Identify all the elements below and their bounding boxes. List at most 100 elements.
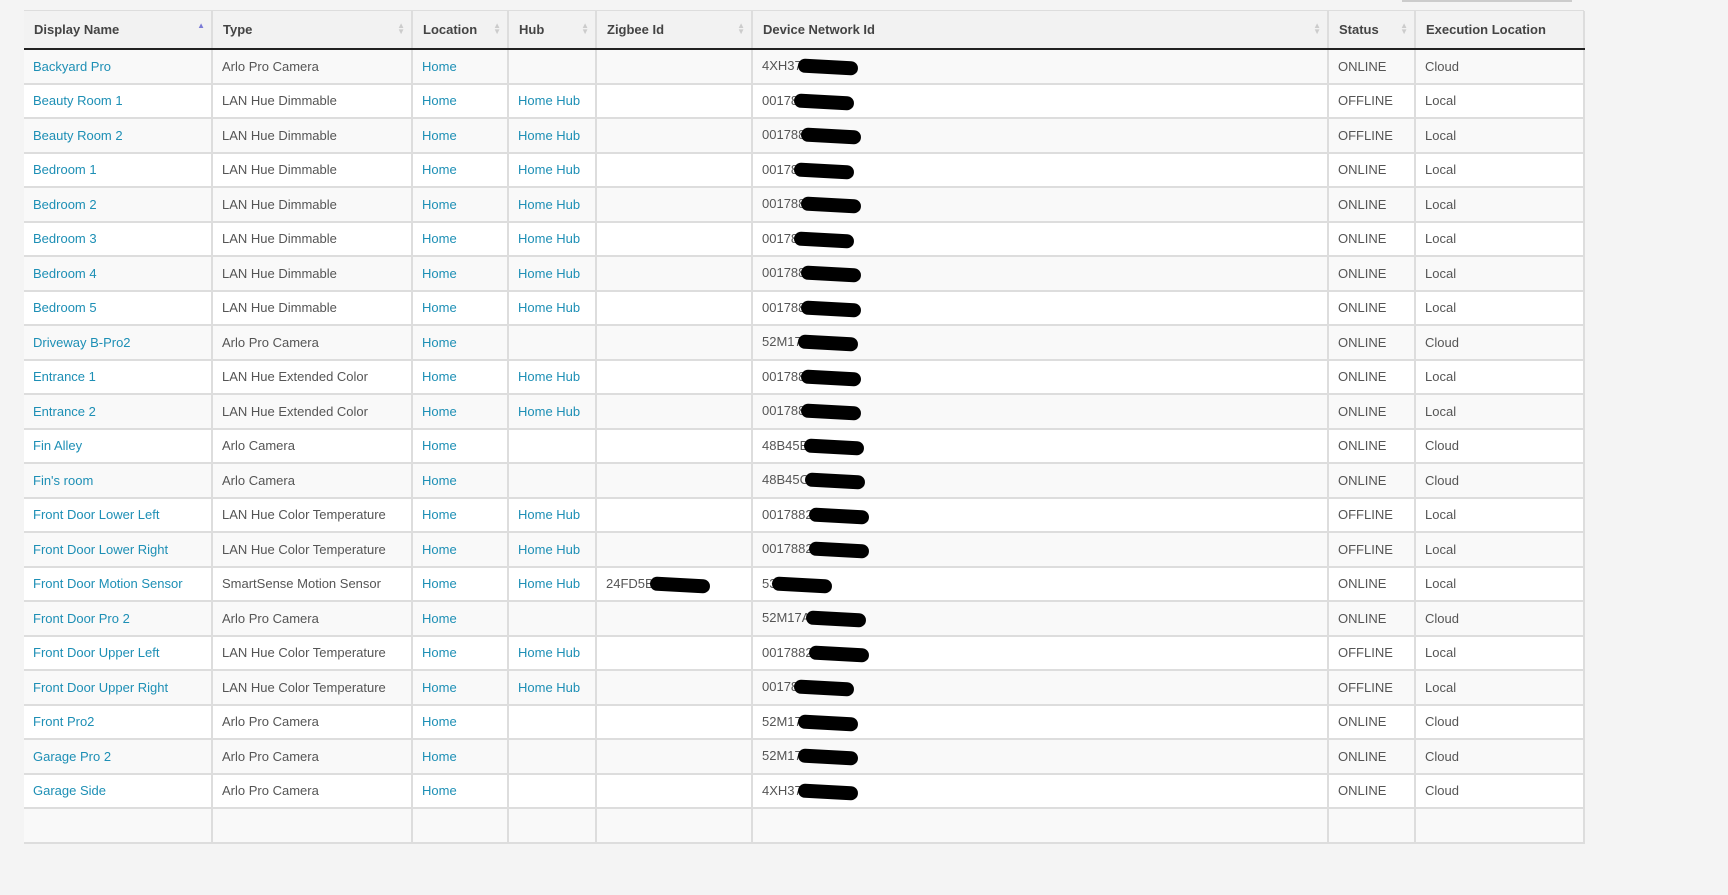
cell-display-name: Fin Alley [24,428,213,464]
location-link[interactable]: Home [422,404,457,419]
location-link[interactable]: Home [422,542,457,557]
sort-icon[interactable]: ▲ ▼ [737,22,745,36]
location-link[interactable]: Home [422,335,457,350]
location-link[interactable]: Home [422,369,457,384]
location-link[interactable]: Home [422,645,457,660]
display-name-link[interactable]: Garage Pro 2 [33,749,111,764]
cell-location: Home [412,325,509,361]
display-name-link[interactable]: Bedroom 1 [33,162,97,177]
location-link[interactable]: Home [422,611,457,626]
hub-link[interactable]: Home Hub [518,542,580,557]
display-name-link[interactable]: Bedroom 4 [33,266,97,281]
display-name-link[interactable]: Front Door Pro 2 [33,611,130,626]
display-name-link[interactable]: Fin's room [33,473,93,488]
hub-link[interactable]: Home Hub [518,162,580,177]
hub-link[interactable]: Home Hub [518,680,580,695]
location-link[interactable]: Home [422,266,457,281]
hub-link[interactable]: Home Hub [518,266,580,281]
hub-link[interactable]: Home Hub [518,300,580,315]
column-header-execution-location[interactable]: Execution Location [1415,11,1585,50]
column-header-status[interactable]: Status ▲ ▼ [1328,11,1416,50]
location-link[interactable]: Home [422,300,457,315]
location-link[interactable]: Home [422,93,457,108]
display-name-link[interactable]: Front Pro2 [33,714,94,729]
location-link[interactable]: Home [422,197,457,212]
hub-link[interactable]: Home Hub [518,576,580,591]
column-header-device-network-id[interactable]: Device Network Id ▲ ▼ [752,11,1329,50]
sort-ascending-icon[interactable]: ▲ [197,22,205,30]
execution-location-text: Local [1425,196,1457,212]
cell-hub [508,463,597,499]
location-link[interactable]: Home [422,473,457,488]
display-name-link[interactable]: Entrance 2 [33,404,96,419]
display-name-link[interactable]: Bedroom 5 [33,300,97,315]
column-header-zigbee-id[interactable]: Zigbee Id ▲ ▼ [596,11,753,50]
table-row: Fin Alley Arlo Camera Home 48B45B ONLINE Clou… [24,428,1585,464]
location-link[interactable]: Home [422,783,457,798]
display-name-link[interactable]: Front Door Lower Left [33,507,159,522]
display-name-link[interactable]: Front Door Motion Sensor [33,576,183,591]
status-text: ONLINE [1338,196,1387,212]
device-network-id-text: 48B45B [762,437,809,453]
column-header-location[interactable]: Location ▲ ▼ [412,11,509,50]
location-link[interactable]: Home [422,231,457,246]
device-network-id-text: 001788 [762,265,806,281]
location-link[interactable]: Home [422,714,457,729]
column-header-display-name[interactable]: Display Name ▲ [24,11,213,50]
hub-link[interactable]: Home Hub [518,231,580,246]
display-name-link[interactable]: Bedroom 3 [33,231,97,246]
display-name-link[interactable]: Front Door Upper Right [33,680,168,695]
display-name-link[interactable]: Garage Side [33,783,106,798]
cell-location: Home [412,221,509,257]
device-network-id-text: 001788 [762,127,806,143]
display-name-link[interactable]: Entrance 1 [33,369,96,384]
devices-table: Display Name ▲ Type ▲ ▼ Location ▲ ▼ Hub ▲ ▼ Zigbee… [24,11,1585,844]
location-link[interactable]: Home [422,576,457,591]
cell-zigbee-id [596,394,753,430]
cell-hub: Home Hub [508,187,597,223]
hub-link[interactable]: Home Hub [518,93,580,108]
sort-icon[interactable]: ▲ ▼ [1400,22,1408,36]
column-header-hub[interactable]: Hub ▲ ▼ [508,11,597,50]
location-link[interactable]: Home [422,162,457,177]
cell-device-network-id: 00178 [752,83,1329,119]
hub-link[interactable]: Home Hub [518,507,580,522]
display-name-link[interactable]: Fin Alley [33,438,82,453]
sort-icon[interactable]: ▲ ▼ [397,22,405,36]
location-link[interactable]: Home [422,749,457,764]
hub-link[interactable]: Home Hub [518,369,580,384]
location-link[interactable]: Home [422,59,457,74]
display-name-link[interactable]: Front Door Upper Left [33,645,159,660]
cell-hub: Home Hub [508,670,597,706]
sort-icon[interactable]: ▲ ▼ [581,22,589,36]
sort-icon[interactable]: ▲ ▼ [1313,22,1321,36]
display-name-link[interactable]: Bedroom 2 [33,197,97,212]
sort-icon[interactable]: ▲ ▼ [493,22,501,36]
cell-display-name: Front Door Upper Left [24,635,213,671]
hub-link[interactable]: Home Hub [518,404,580,419]
cell-hub: Home Hub [508,118,597,154]
display-name-link[interactable]: Beauty Room 1 [33,93,123,108]
cell-status: ONLINE [1328,428,1416,464]
cell-type: Arlo Pro Camera [212,325,413,361]
status-text: OFFLINE [1338,507,1393,523]
location-link[interactable]: Home [422,680,457,695]
cell-execution-location: Cloud [1415,704,1585,740]
type-text: LAN Hue Dimmable [222,231,337,247]
hub-link[interactable]: Home Hub [518,128,580,143]
hub-link[interactable]: Home Hub [518,197,580,212]
device-network-id-text: 52M17 [762,748,802,764]
location-link[interactable]: Home [422,507,457,522]
location-link[interactable]: Home [422,438,457,453]
location-link[interactable]: Home [422,128,457,143]
type-text: LAN Hue Dimmable [222,93,337,109]
display-name-link[interactable]: Driveway B-Pro2 [33,335,131,350]
cell-status: ONLINE [1328,187,1416,223]
cell-execution-location: Local [1415,566,1585,602]
display-name-link[interactable]: Front Door Lower Right [33,542,168,557]
column-header-type[interactable]: Type ▲ ▼ [212,11,413,50]
display-name-link[interactable]: Backyard Pro [33,59,111,74]
hub-link[interactable]: Home Hub [518,645,580,660]
display-name-link[interactable]: Beauty Room 2 [33,128,123,143]
cell-zigbee-id [596,256,753,292]
